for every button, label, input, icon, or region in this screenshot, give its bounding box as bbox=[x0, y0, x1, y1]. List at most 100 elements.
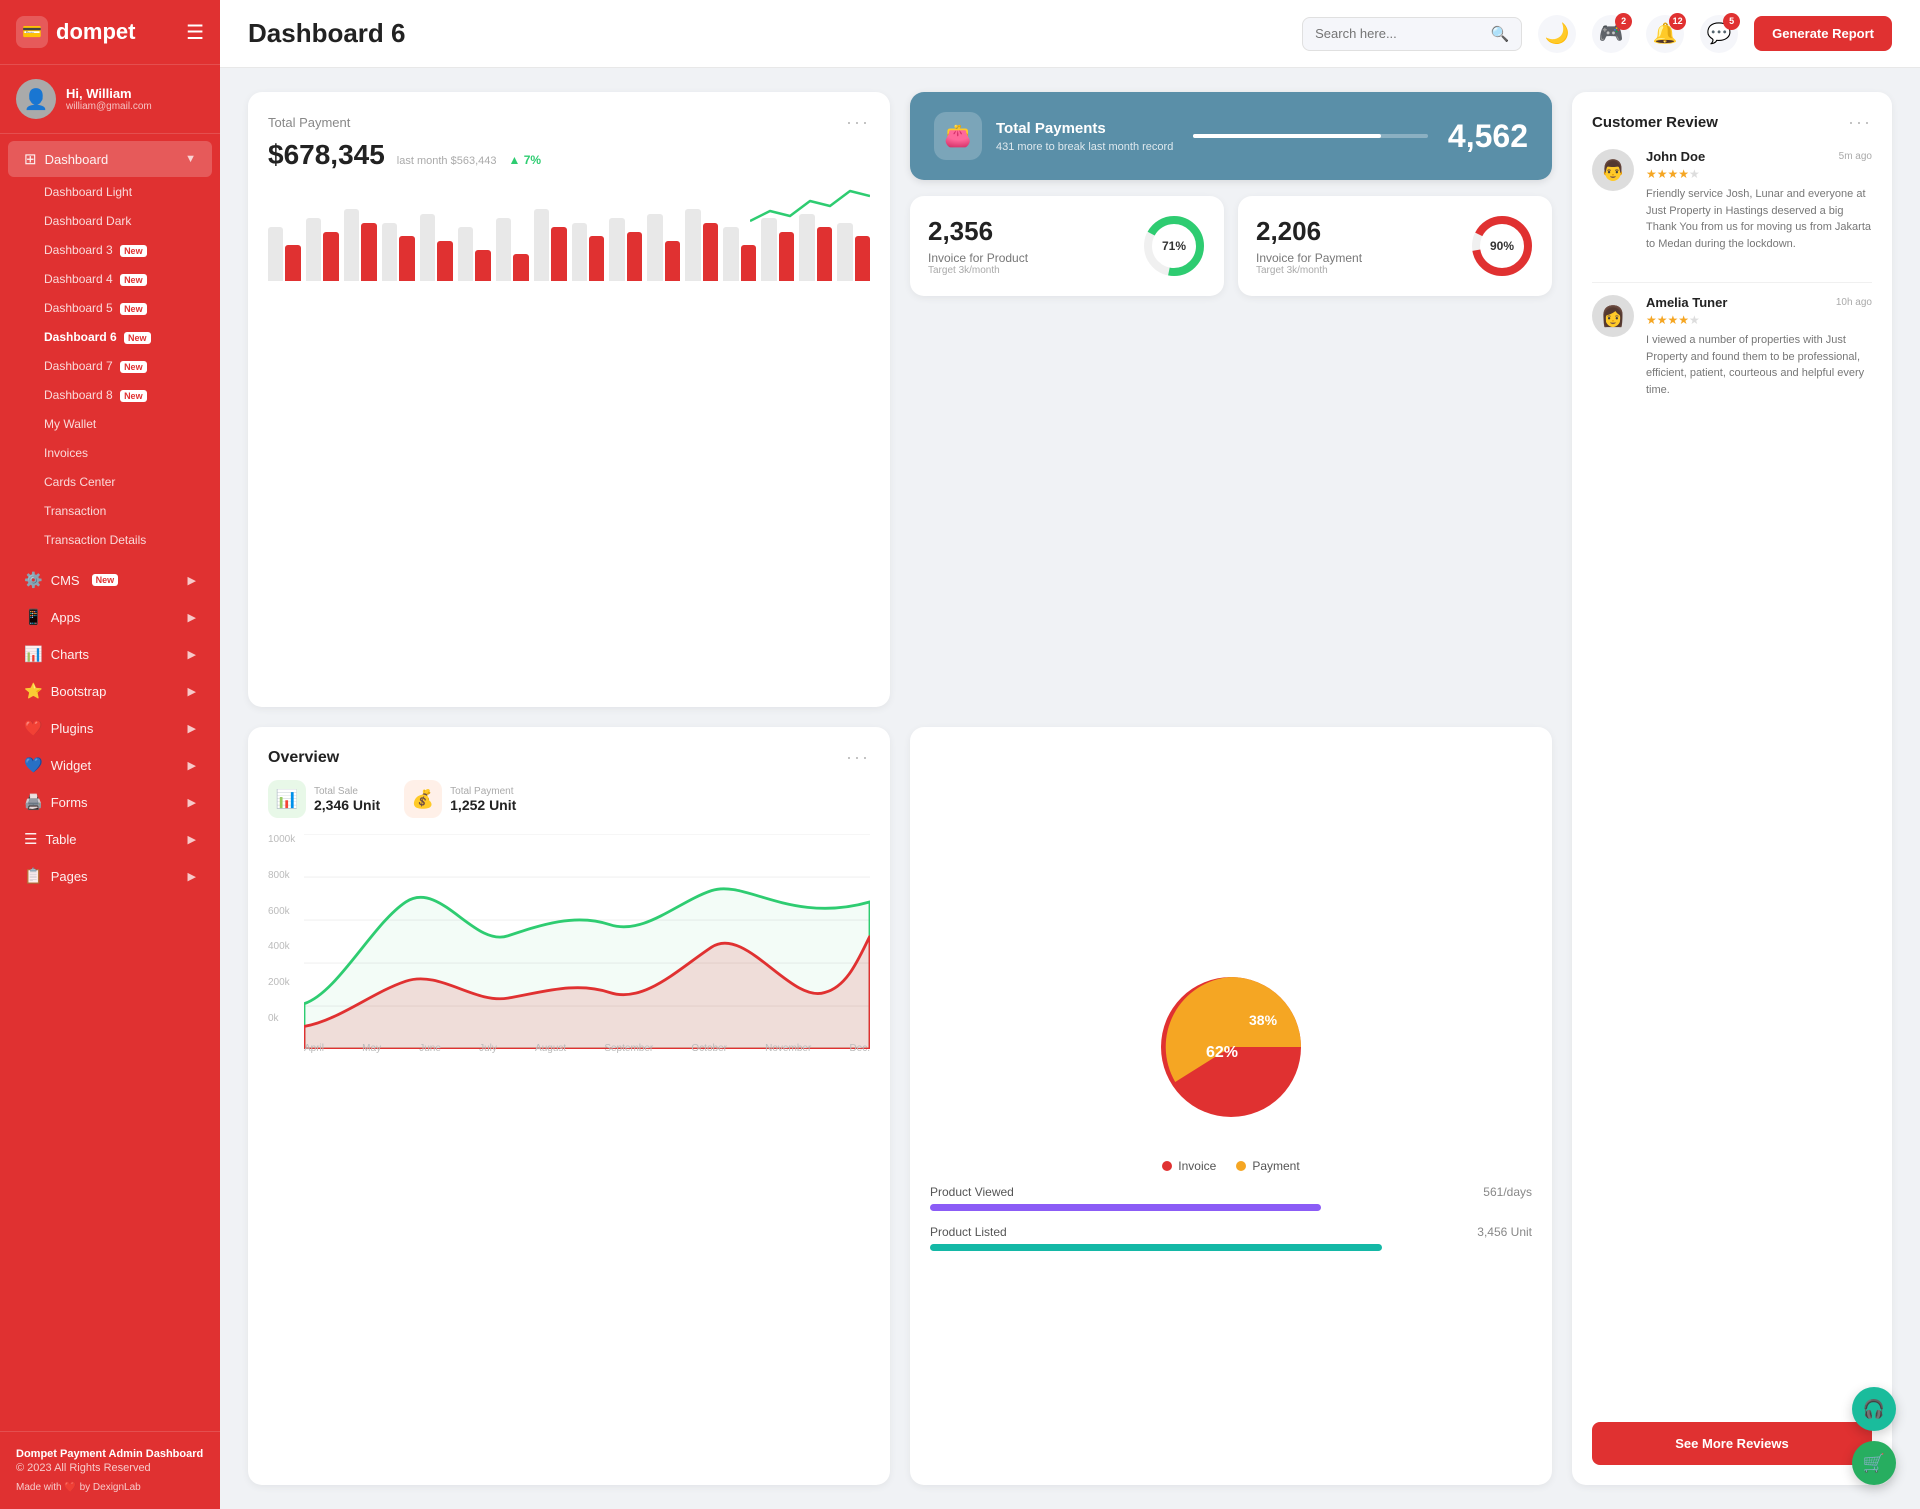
bar-group-12 bbox=[723, 227, 756, 281]
bar-group-6 bbox=[496, 218, 529, 281]
support-fab[interactable]: 🎧 bbox=[1852, 1387, 1896, 1431]
sidebar-item-invoices[interactable]: Invoices bbox=[28, 439, 212, 467]
bar-chart bbox=[268, 181, 870, 281]
cart-fab[interactable]: 🛒 bbox=[1852, 1441, 1896, 1485]
sidebar-user-profile[interactable]: 👤 Hi, William william@gmail.com bbox=[0, 65, 220, 134]
review-avatar-john: 👨 bbox=[1592, 149, 1634, 191]
payment-dot bbox=[1236, 1161, 1246, 1171]
search-input[interactable] bbox=[1315, 26, 1482, 41]
review-item-john: 👨 John Doe 5m ago ★★★★★ Friendly service… bbox=[1592, 149, 1872, 252]
sidebar-item-table[interactable]: ☰ Table ▶ bbox=[8, 821, 212, 857]
widget-icon: 💙 bbox=[24, 756, 43, 774]
sidebar-item-dashboard-light[interactable]: Dashboard Light bbox=[28, 178, 212, 206]
review-text-amelia: I viewed a number of properties with Jus… bbox=[1646, 332, 1872, 398]
main-area: Dashboard 6 🔍 🌙 🎮 2 🔔 12 💬 5 Generate Re… bbox=[220, 0, 1920, 1509]
games-badge: 2 bbox=[1615, 13, 1632, 30]
pie-legend-payment: Payment bbox=[1236, 1159, 1299, 1173]
sidebar-item-dashboard-6[interactable]: Dashboard 6 New bbox=[28, 323, 212, 351]
review-menu[interactable]: ··· bbox=[1848, 112, 1872, 133]
sidebar-logo[interactable]: 💳 dompet bbox=[16, 16, 135, 48]
sidebar-item-dashboard-5[interactable]: Dashboard 5 New bbox=[28, 294, 212, 322]
sidebar-item-dashboard-7[interactable]: Dashboard 7 New bbox=[28, 352, 212, 380]
sidebar-item-pages[interactable]: 📋 Pages ▶ bbox=[8, 858, 212, 894]
dashboard-menu-item[interactable]: ⊞ Dashboard ▼ bbox=[8, 141, 212, 177]
sidebar-item-dashboard-4[interactable]: Dashboard 4 New bbox=[28, 265, 212, 293]
last-month-label: last month $563,443 bbox=[397, 155, 497, 167]
sidebar-item-widget[interactable]: 💙 Widget ▶ bbox=[8, 747, 212, 783]
review-stars-amelia: ★★★★★ bbox=[1646, 313, 1872, 327]
sidebar-item-transaction-details[interactable]: Transaction Details bbox=[28, 526, 212, 554]
invoice-legend-label: Invoice bbox=[1178, 1159, 1216, 1173]
search-box[interactable]: 🔍 bbox=[1302, 17, 1522, 51]
sidebar-item-my-wallet[interactable]: My Wallet bbox=[28, 410, 212, 438]
bar-red-7 bbox=[551, 227, 566, 281]
charts-icon: 📊 bbox=[24, 645, 43, 663]
product-listed-value: 3,456 Unit bbox=[1477, 1225, 1532, 1239]
blue-card-title: Total Payments bbox=[996, 120, 1173, 137]
bar-red-4 bbox=[437, 241, 452, 282]
bootstrap-chevron-icon: ▶ bbox=[188, 685, 196, 698]
search-icon: 🔍 bbox=[1490, 25, 1509, 43]
table-chevron-icon: ▶ bbox=[188, 833, 196, 846]
bar-grey-15 bbox=[837, 223, 852, 282]
sidebar: 💳 dompet ☰ 👤 Hi, William william@gmail.c… bbox=[0, 0, 220, 1509]
total-payment-stat-icon: 💰 bbox=[404, 780, 442, 818]
total-sale-label: Total Sale bbox=[314, 786, 380, 797]
moon-icon: 🌙 bbox=[1545, 21, 1570, 46]
sidebar-item-transaction[interactable]: Transaction bbox=[28, 497, 212, 525]
invoice-product-amount: 2,356 bbox=[928, 216, 1028, 247]
total-sale-value: 2,346 Unit bbox=[314, 797, 380, 813]
review-time-amelia: 10h ago bbox=[1836, 297, 1872, 308]
customer-review-card: Customer Review ··· 👨 John Doe 5m ago ★★… bbox=[1572, 92, 1892, 1485]
dashboard-7-badge: New bbox=[120, 361, 147, 373]
sidebar-item-dashboard-3[interactable]: Dashboard 3 New bbox=[28, 236, 212, 264]
bar-grey-7 bbox=[534, 209, 549, 281]
total-payment-menu[interactable]: ··· bbox=[846, 112, 870, 133]
sidebar-item-plugins[interactable]: ❤️ Plugins ▶ bbox=[8, 710, 212, 746]
sidebar-item-cards-center[interactable]: Cards Center bbox=[28, 468, 212, 496]
invoice-product-label: Invoice for Product bbox=[928, 251, 1028, 265]
sidebar-item-dashboard-dark[interactable]: Dashboard Dark bbox=[28, 207, 212, 235]
sidebar-item-bootstrap[interactable]: ⭐ Bootstrap ▶ bbox=[8, 673, 212, 709]
forms-icon: 🖨️ bbox=[24, 793, 43, 811]
sidebar-item-apps[interactable]: 📱 Apps ▶ bbox=[8, 599, 212, 635]
dashboard-3-badge: New bbox=[120, 245, 147, 257]
games-notification-button[interactable]: 🎮 2 bbox=[1592, 15, 1630, 53]
sidebar-item-dashboard-8[interactable]: Dashboard 8 New bbox=[28, 381, 212, 409]
sidebar-item-forms[interactable]: 🖨️ Forms ▶ bbox=[8, 784, 212, 820]
bar-red-2 bbox=[361, 223, 376, 282]
dashboard-5-label: Dashboard 5 bbox=[44, 301, 113, 315]
my-wallet-label: My Wallet bbox=[44, 417, 96, 431]
generate-report-button[interactable]: Generate Report bbox=[1754, 16, 1892, 51]
sidebar-footer: Dompet Payment Admin Dashboard © 2023 Al… bbox=[0, 1431, 220, 1509]
hamburger-icon[interactable]: ☰ bbox=[186, 20, 204, 45]
sidebar-item-charts[interactable]: 📊 Charts ▶ bbox=[8, 636, 212, 672]
bar-group-9 bbox=[609, 218, 642, 281]
bar-grey-9 bbox=[609, 218, 624, 281]
product-viewed-bar bbox=[930, 1204, 1321, 1211]
bar-group-5 bbox=[458, 227, 491, 281]
dashboard-4-badge: New bbox=[120, 274, 147, 286]
bar-group-3 bbox=[382, 223, 415, 282]
plugins-label: Plugins bbox=[51, 721, 94, 736]
wallet-icon: 👛 bbox=[934, 112, 982, 160]
sidebar-item-cms[interactable]: ⚙️ CMS New ▶ bbox=[8, 562, 212, 598]
message-button[interactable]: 💬 5 bbox=[1700, 15, 1738, 53]
notification-button[interactable]: 🔔 12 bbox=[1646, 15, 1684, 53]
bar-grey-6 bbox=[496, 218, 511, 281]
see-more-reviews-button[interactable]: See More Reviews bbox=[1592, 1422, 1872, 1465]
theme-toggle-button[interactable]: 🌙 bbox=[1538, 15, 1576, 53]
table-icon: ☰ bbox=[24, 830, 37, 848]
dashboard-7-label: Dashboard 7 bbox=[44, 359, 113, 373]
bootstrap-icon: ⭐ bbox=[24, 682, 43, 700]
cms-badge: New bbox=[92, 574, 119, 586]
content-area: Total Payment ··· $678,345 last month $5… bbox=[220, 68, 1920, 1509]
bar-group-1 bbox=[306, 218, 339, 281]
bar-grey-8 bbox=[572, 223, 587, 282]
invoice-product-pct: 71% bbox=[1162, 239, 1186, 253]
overview-menu[interactable]: ··· bbox=[846, 747, 870, 768]
total-payment-stat-value: 1,252 Unit bbox=[450, 797, 516, 813]
dashboard-submenu: Dashboard Light Dashboard Dark Dashboard… bbox=[0, 178, 220, 554]
cards-center-label: Cards Center bbox=[44, 475, 115, 489]
bar-red-11 bbox=[703, 223, 718, 282]
